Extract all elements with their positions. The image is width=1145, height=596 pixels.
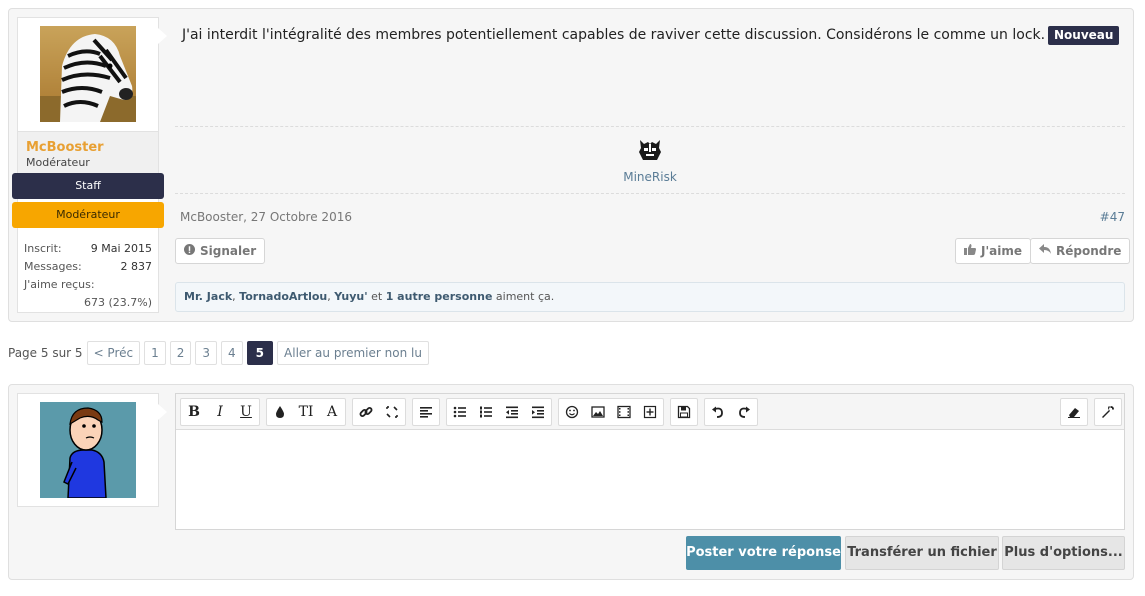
speech-arrow bbox=[158, 404, 167, 420]
reply-arrow-icon bbox=[1039, 239, 1051, 263]
reply-editor: B I U TI A bbox=[175, 393, 1125, 530]
avatar[interactable] bbox=[40, 402, 136, 498]
user-stats: Inscrit: 9 Mai 2015 Messages: 2 837 J'ai… bbox=[24, 240, 152, 312]
like-label: J'aime bbox=[981, 244, 1022, 258]
signature-divider bbox=[175, 126, 1125, 127]
like-button[interactable]: J'aime bbox=[955, 238, 1031, 264]
alert-icon bbox=[184, 239, 195, 263]
stat-value: 9 Mai 2015 bbox=[90, 242, 152, 255]
unlink-icon[interactable] bbox=[379, 399, 405, 425]
font-size-button[interactable]: TI bbox=[293, 399, 319, 425]
thumbs-up-icon bbox=[964, 239, 976, 263]
insert-plus-icon[interactable] bbox=[637, 399, 663, 425]
stat-label: Inscrit: bbox=[24, 242, 62, 255]
reply-button[interactable]: Répondre bbox=[1030, 238, 1131, 264]
likes-suffix: aiment ça. bbox=[492, 290, 555, 303]
color-drop-icon[interactable] bbox=[267, 399, 293, 425]
smiley-icon[interactable] bbox=[559, 399, 585, 425]
toolbar-group-clear bbox=[1060, 398, 1088, 426]
staff-ribbon: Staff bbox=[12, 173, 164, 199]
prev-page-link[interactable]: < Préc bbox=[86, 341, 141, 365]
moderator-ribbon: Modérateur bbox=[12, 202, 164, 228]
stat-label: Messages: bbox=[24, 260, 82, 273]
username[interactable]: McBooster bbox=[26, 140, 104, 155]
toolbar-group-link bbox=[352, 398, 406, 426]
stat-joined: Inscrit: 9 Mai 2015 bbox=[24, 240, 152, 258]
stat-messages: Messages: 2 837 bbox=[24, 258, 152, 276]
pagination: Page 5 sur 5 < Préc 1 2 3 4 5 Aller au p… bbox=[8, 341, 429, 365]
upload-file-button[interactable]: Transférer un fichier bbox=[845, 536, 999, 570]
stat-value[interactable]: 2 837 bbox=[121, 258, 153, 276]
media-icon[interactable] bbox=[611, 399, 637, 425]
toolbar-group-history bbox=[704, 398, 758, 426]
likes-and: et bbox=[367, 290, 386, 303]
likes-summary: Mr. Jack, TornadoArtlou, Yuyu' et 1 autr… bbox=[175, 282, 1125, 312]
liker-link[interactable]: Mr. Jack bbox=[184, 290, 232, 303]
underline-button[interactable]: U bbox=[233, 399, 259, 425]
toolbar-group-tools bbox=[1094, 398, 1122, 426]
post-reply-button[interactable]: Poster votre réponse bbox=[686, 536, 841, 570]
outdent-icon[interactable] bbox=[499, 399, 525, 425]
toolbar-group-format: B I U bbox=[180, 398, 260, 426]
more-options-button[interactable]: Plus d'options... bbox=[1002, 536, 1125, 570]
image-icon[interactable] bbox=[585, 399, 611, 425]
redo-icon[interactable] bbox=[731, 399, 757, 425]
page-link-1[interactable]: 1 bbox=[144, 341, 166, 365]
signature-divider bbox=[175, 193, 1125, 194]
liker-link[interactable]: Yuyu' bbox=[334, 290, 367, 303]
indent-icon[interactable] bbox=[525, 399, 551, 425]
toolbar-group-insert bbox=[558, 398, 664, 426]
post-number[interactable]: #47 bbox=[1095, 210, 1125, 224]
stat-label: J'aime reçus: bbox=[24, 278, 95, 291]
report-label: Signaler bbox=[200, 244, 257, 258]
minerisk-logo-icon[interactable] bbox=[638, 138, 662, 162]
font-family-button[interactable]: A bbox=[319, 399, 345, 425]
numbered-list-icon[interactable] bbox=[473, 399, 499, 425]
signature-link[interactable]: MineRisk bbox=[600, 170, 700, 184]
likes-others-link[interactable]: 1 autre personne bbox=[386, 290, 493, 303]
page-link-current[interactable]: 5 bbox=[246, 341, 274, 365]
eraser-icon[interactable] bbox=[1061, 399, 1087, 425]
avatar[interactable] bbox=[40, 26, 136, 122]
page-indicator: Page 5 sur 5 bbox=[8, 346, 83, 360]
stat-value: 673 (23.7%) bbox=[83, 296, 152, 309]
toolbar-group-save bbox=[670, 398, 698, 426]
new-badge: Nouveau bbox=[1048, 26, 1120, 45]
link-icon[interactable] bbox=[353, 399, 379, 425]
post-author-date[interactable]: McBooster, 27 Octobre 2016 bbox=[180, 210, 352, 224]
bullet-list-icon[interactable] bbox=[447, 399, 473, 425]
editor-toolbar: B I U TI A bbox=[176, 394, 1124, 430]
save-draft-icon[interactable] bbox=[671, 399, 697, 425]
align-left-icon[interactable] bbox=[413, 399, 439, 425]
toolbar-group-font: TI A bbox=[266, 398, 346, 426]
page-link-3[interactable]: 3 bbox=[195, 341, 218, 365]
stat-likes: J'aime reçus: bbox=[24, 276, 152, 294]
wrench-icon[interactable] bbox=[1095, 399, 1121, 425]
message-post bbox=[8, 8, 1134, 322]
editor-textarea[interactable] bbox=[176, 430, 1124, 529]
italic-button[interactable]: I bbox=[207, 399, 233, 425]
page-link-2[interactable]: 2 bbox=[169, 341, 192, 365]
undo-icon[interactable] bbox=[705, 399, 731, 425]
reply-user-card bbox=[17, 393, 159, 507]
message-text: J'ai interdit l'intégralité des membres … bbox=[182, 27, 1046, 43]
toolbar-group-list bbox=[446, 398, 552, 426]
page-link-4[interactable]: 4 bbox=[221, 341, 243, 365]
speech-arrow bbox=[158, 28, 167, 44]
toolbar-group-align bbox=[412, 398, 440, 426]
liker-link[interactable]: TornadoArtlou bbox=[239, 290, 327, 303]
reply-label: Répondre bbox=[1056, 244, 1122, 258]
user-title: Modérateur bbox=[26, 156, 90, 169]
user-name-block: McBooster Modérateur bbox=[18, 131, 158, 175]
report-button[interactable]: Signaler bbox=[175, 238, 266, 264]
first-unread-link[interactable]: Aller au premier non lu bbox=[277, 341, 429, 365]
bold-button[interactable]: B bbox=[181, 399, 207, 425]
